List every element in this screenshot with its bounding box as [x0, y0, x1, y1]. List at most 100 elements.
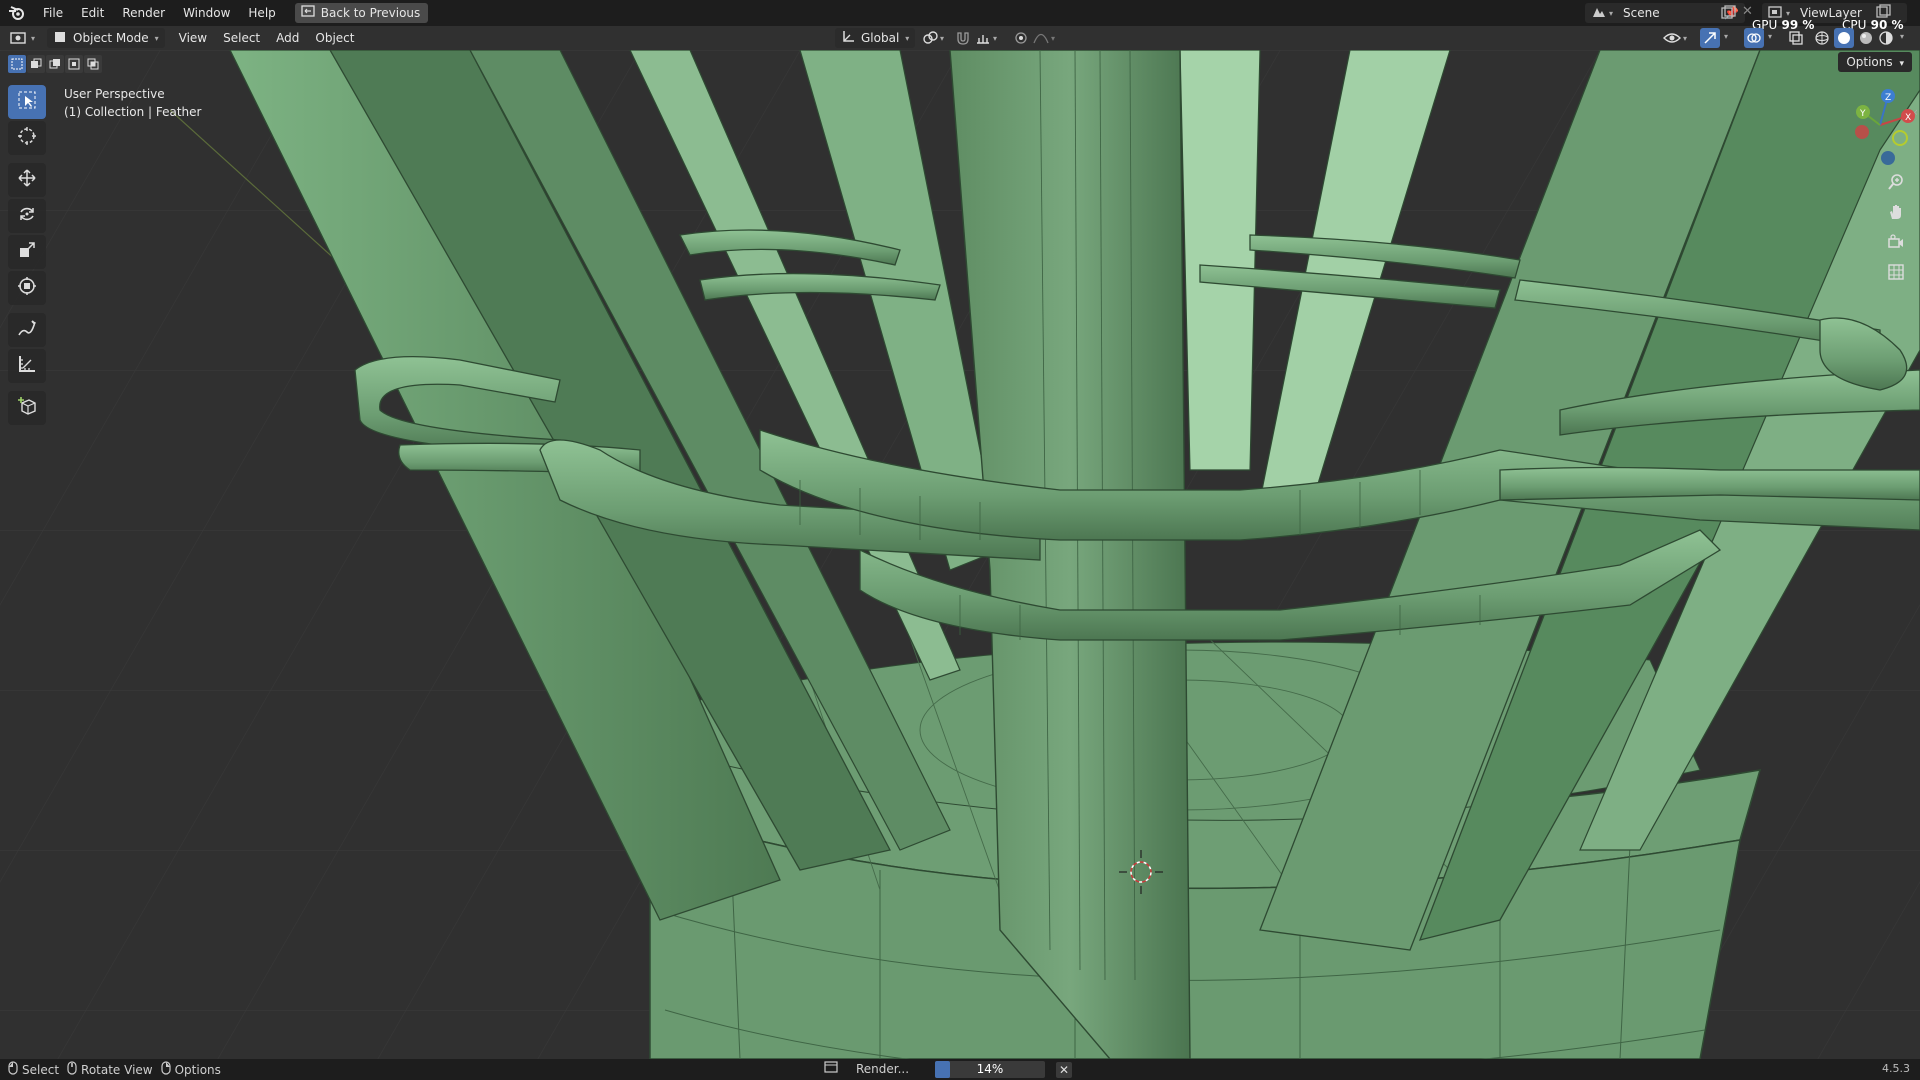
- mouse-left-icon: [8, 1061, 18, 1078]
- move-arrows-icon: [17, 168, 37, 192]
- cursor-tool[interactable]: [8, 121, 46, 155]
- back-to-previous-button[interactable]: Back to Previous: [294, 3, 429, 23]
- navigation-gizmo[interactable]: X Z Y: [1840, 80, 1920, 170]
- transform-orientation-dropdown[interactable]: Global ▾: [835, 28, 916, 48]
- selection-mode-group: [8, 55, 102, 73]
- svg-text:Z: Z: [1885, 93, 1891, 103]
- select-box-tool[interactable]: [8, 85, 46, 119]
- render-label: Render...: [856, 1061, 910, 1076]
- 3d-viewport[interactable]: User Perspective (1) Collection | Feathe…: [0, 50, 1920, 1059]
- render-window-icon: [824, 1061, 838, 1076]
- mode-chevron-icon: ▾: [154, 33, 159, 43]
- mouse-right-icon: [161, 1061, 171, 1078]
- visibility-eye-icon[interactable]: ▾: [1663, 30, 1687, 46]
- menu-view[interactable]: View: [171, 28, 215, 48]
- falloff-curve-icon[interactable]: ▾: [1033, 30, 1055, 46]
- object-mode-icon: [53, 30, 67, 47]
- render-progress-bar: 14%: [935, 1061, 1045, 1078]
- menu-file[interactable]: File: [34, 0, 72, 26]
- 3d-cursor-tool-icon: [17, 126, 37, 150]
- snap-increment-icon[interactable]: ▾: [975, 30, 997, 46]
- annotate-tool[interactable]: [8, 313, 46, 347]
- select-subtract-icon[interactable]: [46, 55, 64, 73]
- menu-select[interactable]: Select: [215, 28, 268, 48]
- menu-help[interactable]: Help: [239, 0, 284, 26]
- transform-icon: [17, 276, 37, 300]
- scene-dropdown-chevron-icon: ▾: [1609, 8, 1614, 18]
- overlays-chevron-icon[interactable]: ▾: [1768, 32, 1772, 41]
- menu-edit[interactable]: Edit: [72, 0, 113, 26]
- select-intersect-icon[interactable]: [84, 55, 102, 73]
- zoom-icon[interactable]: [1882, 168, 1910, 196]
- rotate-tool[interactable]: [8, 199, 46, 233]
- render-progress-text: 14%: [976, 1062, 1004, 1076]
- status-select-hint: Select: [8, 1061, 59, 1078]
- measure-tool[interactable]: [8, 349, 46, 383]
- svg-text:Y: Y: [1859, 109, 1866, 119]
- pan-hand-icon[interactable]: [1882, 198, 1910, 226]
- render-job: Render...: [824, 1061, 909, 1076]
- screen-back-icon: [301, 3, 315, 23]
- shading-material-icon[interactable]: [1858, 30, 1874, 49]
- overlays-toggle-icon[interactable]: [1744, 28, 1764, 48]
- move-tool[interactable]: [8, 163, 46, 197]
- tool-shelf: [8, 85, 46, 425]
- viewport-header: ▾ Object Mode ▾ View Select Add Object G…: [0, 26, 1920, 50]
- view-layer-chevron-icon: ▾: [1786, 8, 1791, 18]
- ortho-grid-icon[interactable]: [1882, 258, 1910, 286]
- shading-rendered-icon[interactable]: [1878, 30, 1894, 49]
- menu-window[interactable]: Window: [174, 0, 239, 26]
- menu-object[interactable]: Object: [307, 28, 362, 48]
- scene-icon: [1591, 5, 1607, 22]
- add-cube-tool[interactable]: [8, 391, 46, 425]
- orientation-axis-icon: [841, 30, 855, 47]
- status-select-label: Select: [22, 1062, 60, 1077]
- orientation-label: Global: [861, 31, 900, 45]
- pencil-icon: [17, 318, 37, 342]
- collection-info: (1) Collection | Feather: [64, 105, 202, 119]
- status-options-label: Options: [174, 1062, 221, 1077]
- viewport-scene-drawing: [0, 50, 1920, 1059]
- back-to-previous-label: Back to Previous: [320, 6, 421, 20]
- cursor-arrow-icon: [17, 90, 37, 114]
- select-new-icon[interactable]: [8, 55, 26, 73]
- menu-add[interactable]: Add: [268, 28, 307, 48]
- select-invert-icon[interactable]: [65, 55, 83, 73]
- blender-version: 4.5.3: [1882, 1062, 1910, 1075]
- cancel-render-button[interactable]: ✕: [1056, 1062, 1072, 1078]
- orientation-chevron-icon: ▾: [905, 33, 910, 43]
- remove-scene-icon[interactable]: ✕: [1742, 4, 1753, 19]
- shading-wireframe-icon[interactable]: [1814, 30, 1830, 49]
- rotate-icon: [17, 204, 37, 228]
- gizmo-chevron-icon[interactable]: ▾: [1724, 32, 1728, 41]
- transform-tool[interactable]: [8, 271, 46, 305]
- blender-logo-icon[interactable]: [0, 0, 34, 26]
- camera-view-icon[interactable]: [1882, 228, 1910, 256]
- viewport-options-button[interactable]: Options ▾: [1838, 52, 1912, 72]
- add-cube-icon: [17, 396, 37, 420]
- mode-label: Object Mode: [73, 31, 149, 45]
- mode-dropdown[interactable]: Object Mode ▾: [47, 28, 165, 48]
- viewport-options-label: Options: [1846, 55, 1893, 69]
- options-chevron-icon: ▾: [1899, 59, 1904, 69]
- shading-solid-icon[interactable]: [1834, 28, 1854, 48]
- editor-type-icon[interactable]: ▾: [10, 30, 35, 46]
- select-extend-icon[interactable]: [27, 55, 45, 73]
- ruler-icon: [17, 354, 37, 378]
- svg-text:X: X: [1905, 113, 1911, 123]
- xray-toggle-icon[interactable]: [1788, 30, 1804, 49]
- pivot-point-icon[interactable]: ▾: [922, 30, 944, 46]
- menu-render[interactable]: Render: [113, 0, 174, 26]
- scene-name: Scene: [1623, 6, 1660, 20]
- proportional-edit-icon[interactable]: [1013, 30, 1029, 49]
- sidebar-toggle-icon[interactable]: ‹: [1913, 105, 1918, 119]
- shading-chevron-icon[interactable]: ▾: [1900, 32, 1904, 41]
- view-name: User Perspective: [64, 87, 165, 101]
- new-scene-icon[interactable]: [1720, 5, 1736, 21]
- status-rotate-label: Rotate View: [81, 1062, 153, 1077]
- status-rotate-hint: Rotate View: [67, 1061, 153, 1078]
- scale-tool[interactable]: [8, 235, 46, 269]
- scale-icon: [17, 240, 37, 264]
- gizmo-toggle-icon[interactable]: [1700, 28, 1720, 48]
- snap-magnet-icon[interactable]: [955, 30, 971, 49]
